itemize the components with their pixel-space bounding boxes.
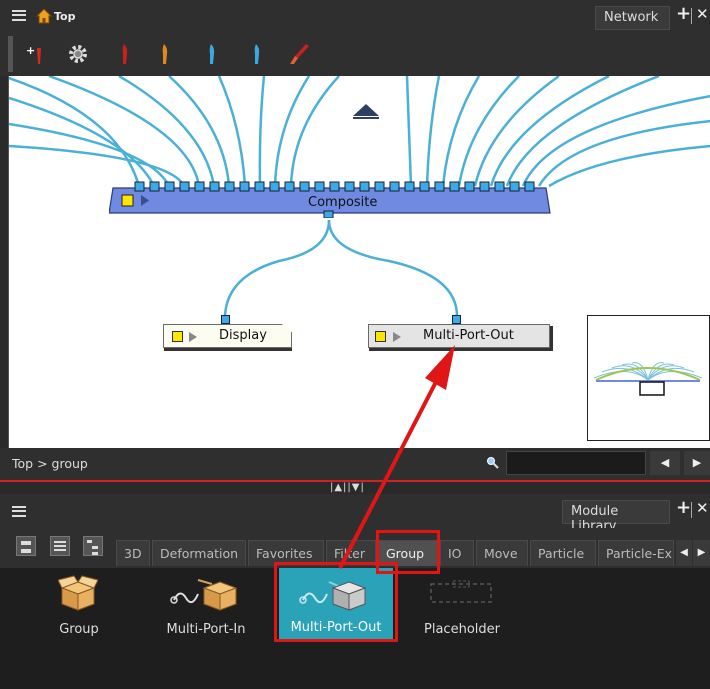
annotation-arrow [338,345,455,569]
